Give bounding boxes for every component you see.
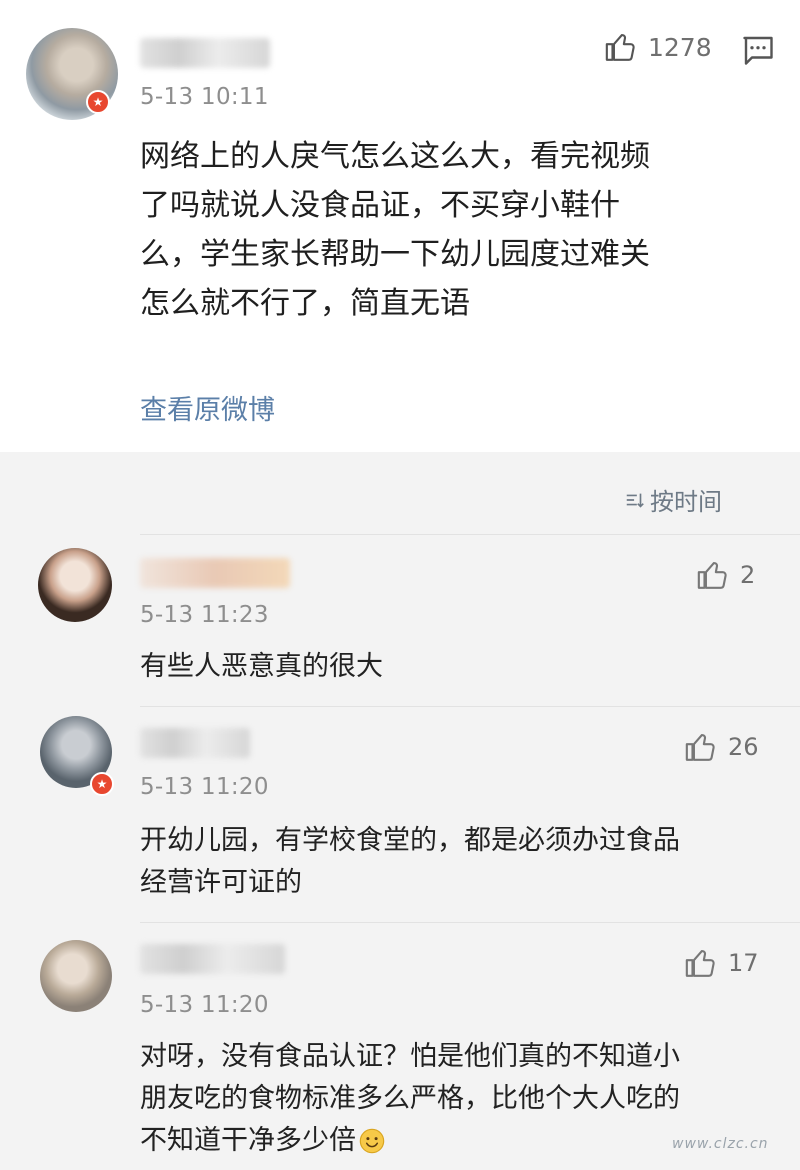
comment-line: 朋友吃的食物标准多么严格，比他个大人吃的 [140,1083,680,1114]
comment-text: 开幼儿园，有学校食堂的，都是必须办过食品 经营许可证的 [140,820,770,904]
post-username-blurred[interactable] [140,38,270,68]
comment-line: 开幼儿园，有学校食堂的，都是必须办过食品 [140,825,680,856]
comment-button[interactable] [740,32,776,72]
commenter-avatar[interactable] [40,940,112,1012]
comment-icon [743,36,773,65]
view-original-link[interactable]: 查看原微博 [140,388,275,427]
comment-like-button[interactable]: 17 [684,946,759,980]
comment-line: 经营许可证的 [140,867,302,898]
divider [140,922,800,923]
commenter-name-blurred[interactable] [140,944,285,974]
comment-like-button[interactable]: 26 [684,730,759,764]
divider [140,534,800,535]
comment-like-count: 17 [728,949,759,977]
post-line: 怎么就不行了，简直无语 [140,286,470,321]
post-like-count: 1278 [648,32,712,62]
post-line: 了吗就说人没食品证，不买穿小鞋什 [140,188,620,223]
thumbs-up-icon [697,562,727,589]
comment-time: 5-13 11:20 [140,774,269,800]
post-like-button[interactable]: 1278 [604,30,712,64]
post-body: 网络上的人戾气怎么这么大，看完视频 了吗就说人没食品证，不买穿小鞋什 么，学生家… [140,132,760,328]
verified-badge-icon: ★ [86,90,110,114]
comment-text: 有些人恶意真的很大 [140,646,770,688]
comment-like-count: 26 [728,733,759,761]
watermark: www.clzc.cn [672,1136,769,1152]
comment-like-button[interactable]: 2 [696,558,755,592]
sort-label: 按时间 [650,488,722,516]
smile-emoji-icon [359,1128,385,1154]
post-time: 5-13 10:11 [140,84,269,110]
commenter-avatar[interactable] [38,548,112,622]
comment-line-text: 不知道干净多少倍 [140,1125,356,1156]
thumbs-up-icon [685,734,715,761]
post-line: 网络上的人戾气怎么这么大，看完视频 [140,139,650,174]
thumbs-up-icon [605,34,635,61]
verified-badge-icon: ★ [90,772,114,796]
commenter-name-blurred[interactable] [140,728,250,758]
comment-like-count: 2 [740,561,756,589]
sort-toggle[interactable]: 按时间 [624,482,722,517]
comment-line: 对呀，没有食品认证？怕是他们真的不知道小 [140,1041,680,1072]
comment-time: 5-13 11:20 [140,992,269,1018]
sort-icon [626,493,644,508]
comment-time: 5-13 11:23 [140,602,269,628]
thumbs-up-icon [685,950,715,977]
divider [140,706,800,707]
commenter-name-blurred[interactable] [140,558,290,588]
post-line: 么，学生家长帮助一下幼儿园度过难关 [140,237,650,272]
comment-line: 有些人恶意真的很大 [140,651,383,682]
